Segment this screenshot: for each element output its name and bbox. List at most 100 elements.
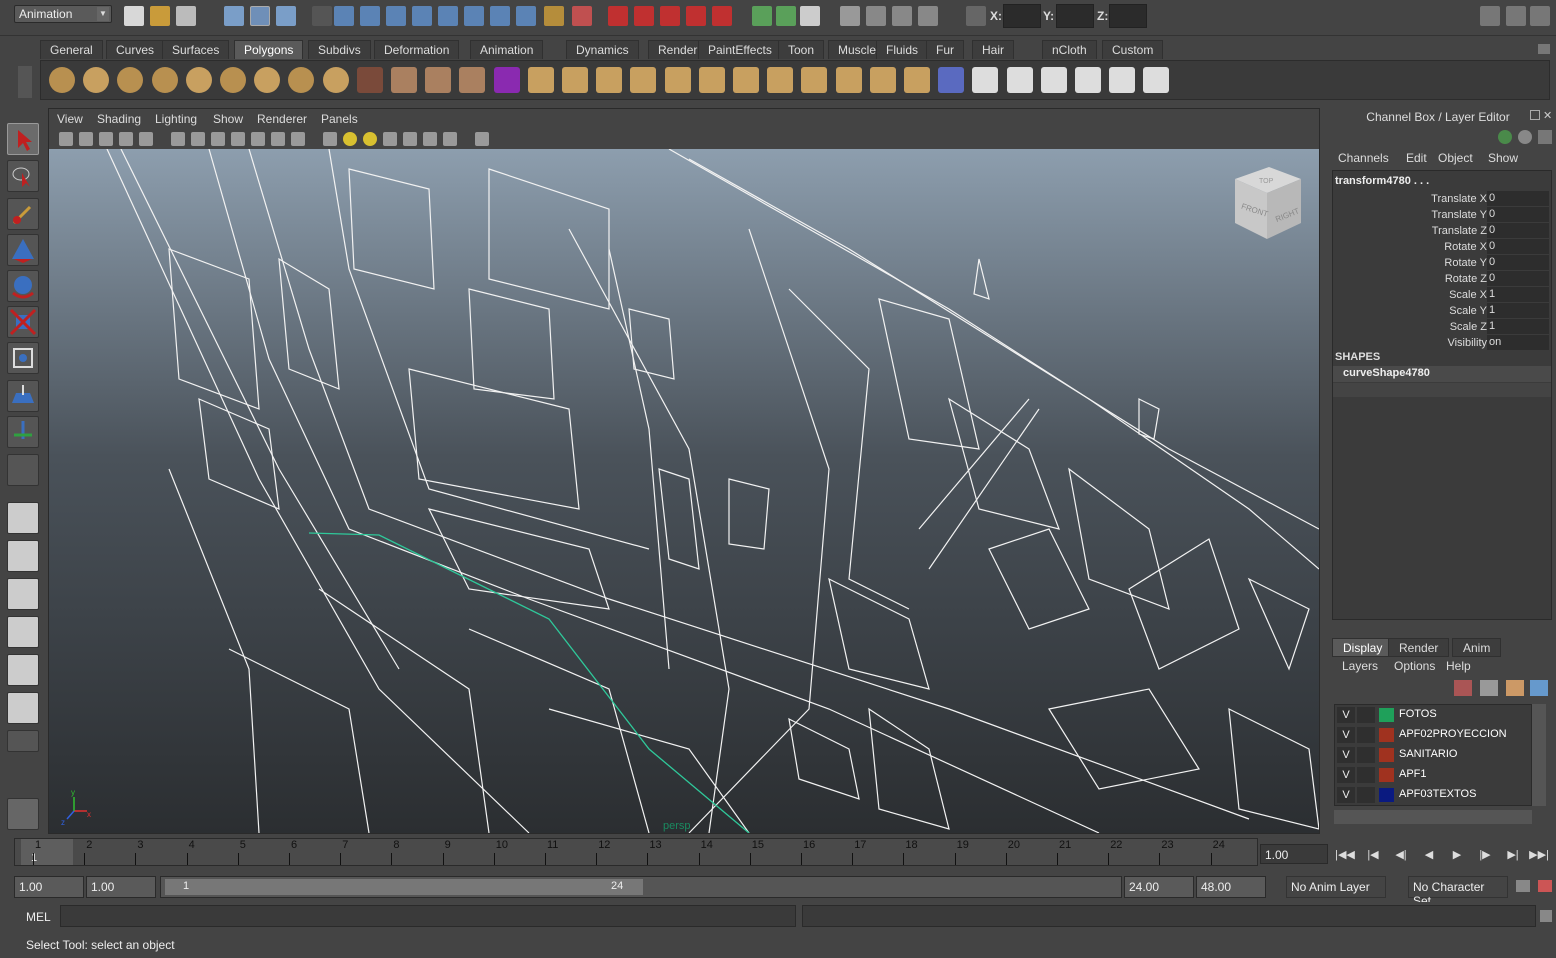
fill-hole-icon[interactable] bbox=[904, 67, 930, 93]
layer-playback-toggle[interactable] bbox=[1357, 747, 1375, 763]
save-scene-icon[interactable] bbox=[176, 6, 196, 26]
menu-object[interactable]: Object bbox=[1438, 151, 1473, 165]
attribute-toggle-icon[interactable] bbox=[1480, 6, 1500, 26]
command-input[interactable] bbox=[60, 905, 796, 927]
layer-visibility-toggle[interactable]: V bbox=[1337, 747, 1355, 763]
channel-value[interactable]: 1 bbox=[1487, 319, 1549, 334]
ambient-occlusion-icon[interactable] bbox=[383, 132, 397, 146]
layer-playback-toggle[interactable] bbox=[1357, 787, 1375, 803]
viewport-scene[interactable]: FRONT RIGHT TOP x y z persp bbox=[49, 148, 1320, 834]
lock-icon[interactable] bbox=[544, 6, 564, 26]
layer-playback-toggle[interactable] bbox=[1357, 767, 1375, 783]
selection-mask-icon[interactable] bbox=[312, 6, 332, 26]
shelf-tab-subdivs[interactable]: Subdivs bbox=[308, 40, 371, 59]
playback-end-field[interactable]: 24.00 bbox=[1124, 876, 1194, 898]
shelf-tab-polygons[interactable]: Polygons bbox=[234, 40, 304, 59]
channel-value[interactable]: 1 bbox=[1487, 287, 1549, 302]
soccer-ball-icon[interactable] bbox=[322, 67, 349, 93]
layout-menu-icon[interactable] bbox=[7, 730, 39, 752]
rename-icon[interactable] bbox=[776, 6, 796, 26]
four-view-layout-icon[interactable] bbox=[7, 540, 39, 572]
channel-box-toggle-icon[interactable] bbox=[1530, 6, 1550, 26]
shelf-menu-icon[interactable] bbox=[18, 66, 32, 98]
film-gate-icon[interactable] bbox=[171, 132, 185, 146]
shelf-tab-curves[interactable]: Curves bbox=[106, 40, 165, 59]
snap-to-vertex-icon[interactable] bbox=[464, 6, 484, 26]
layer-color-swatch[interactable] bbox=[1379, 788, 1394, 802]
channel-row[interactable]: Scale Z1 bbox=[1333, 319, 1551, 335]
single-perspective-layout-icon[interactable] bbox=[7, 502, 39, 534]
layer-color-swatch[interactable] bbox=[1379, 768, 1394, 782]
shelf-tab-custom[interactable]: Custom bbox=[1102, 40, 1164, 59]
history-icon[interactable] bbox=[572, 6, 592, 26]
shelf-tab-painteffects[interactable]: PaintEffects bbox=[698, 40, 782, 59]
manipulator-icon[interactable] bbox=[1498, 130, 1512, 144]
xray-joints-icon[interactable] bbox=[443, 132, 457, 146]
torus-icon[interactable] bbox=[220, 67, 246, 93]
command-language-label[interactable]: MEL bbox=[26, 910, 51, 924]
shade-wireframe-icon[interactable] bbox=[291, 132, 305, 146]
viewport-menu-view[interactable]: View bbox=[57, 112, 83, 126]
render-settings-icon[interactable] bbox=[712, 6, 732, 26]
viewport-menu-lighting[interactable]: Lighting bbox=[155, 112, 197, 126]
select-tool-icon[interactable] bbox=[7, 123, 39, 155]
go-to-start-icon[interactable]: |◀◀ bbox=[1334, 846, 1356, 864]
step-forward-frame-icon[interactable]: |▶ bbox=[1474, 846, 1496, 864]
menu-edit[interactable]: Edit bbox=[1406, 151, 1427, 165]
layer-tab-display[interactable]: Display bbox=[1332, 638, 1394, 657]
layer-playback-toggle[interactable] bbox=[1357, 727, 1375, 743]
menu-help[interactable]: Help bbox=[1446, 659, 1471, 673]
attribute-editor-icon[interactable] bbox=[800, 6, 820, 26]
current-time-field[interactable]: 1.00 bbox=[1260, 844, 1328, 864]
menu-show[interactable]: Show bbox=[1488, 151, 1518, 165]
safe-action-icon[interactable] bbox=[211, 132, 225, 146]
channel-value[interactable]: 0 bbox=[1487, 191, 1549, 206]
pipe-icon[interactable] bbox=[288, 67, 315, 93]
menu-layers[interactable]: Layers bbox=[1342, 659, 1378, 673]
cone-icon[interactable] bbox=[151, 67, 178, 93]
show-manipulator-icon[interactable] bbox=[7, 416, 39, 448]
channel-row[interactable]: Translate X0 bbox=[1333, 191, 1551, 207]
select-by-object-icon[interactable] bbox=[250, 6, 270, 26]
sync-icon[interactable] bbox=[1538, 130, 1552, 144]
split-icon[interactable] bbox=[698, 67, 725, 93]
last-tool-icon[interactable] bbox=[7, 454, 39, 486]
channel-row[interactable]: Translate Z0 bbox=[1333, 223, 1551, 239]
bookmark-icon[interactable] bbox=[99, 132, 113, 146]
shelf-tab-ncloth[interactable]: nCloth bbox=[1042, 40, 1097, 59]
layer-row[interactable]: V FOTOS bbox=[1335, 705, 1533, 725]
shelf-options-icon[interactable] bbox=[1538, 44, 1550, 54]
tool-settings-toggle-icon[interactable] bbox=[1506, 6, 1526, 26]
help-icon[interactable] bbox=[516, 6, 536, 26]
range-slider[interactable]: 1 24 bbox=[160, 876, 1122, 898]
bevel-icon[interactable] bbox=[801, 67, 828, 93]
bridge-icon[interactable] bbox=[630, 67, 657, 93]
play-forwards-icon[interactable]: ▶ bbox=[1446, 846, 1468, 864]
dope-sheet-layout-icon[interactable] bbox=[7, 692, 39, 724]
layer-visibility-toggle[interactable]: V bbox=[1337, 707, 1355, 723]
step-back-frame-icon[interactable]: ◀| bbox=[1390, 846, 1412, 864]
x-field[interactable] bbox=[1003, 4, 1041, 28]
smooth-icon[interactable] bbox=[459, 67, 486, 93]
snap-to-point-icon[interactable] bbox=[386, 6, 406, 26]
paint-select-tool-icon[interactable] bbox=[7, 198, 39, 230]
menu-options[interactable]: Options bbox=[1394, 659, 1435, 673]
snap-to-curve-icon[interactable] bbox=[360, 6, 380, 26]
outliner-persp-layout-icon[interactable] bbox=[7, 578, 39, 610]
input-field-icon[interactable] bbox=[752, 6, 772, 26]
move-layer-up-icon[interactable] bbox=[1506, 680, 1524, 696]
textured-icon[interactable] bbox=[323, 132, 337, 146]
shape-name[interactable]: curveShape4780 bbox=[1343, 367, 1430, 379]
append-icon[interactable] bbox=[664, 67, 691, 93]
grid-icon[interactable] bbox=[139, 132, 153, 146]
modeling-toolkit-icon[interactable] bbox=[918, 6, 938, 26]
channel-row[interactable]: Rotate X0 bbox=[1333, 239, 1551, 255]
channel-value[interactable]: 0 bbox=[1487, 255, 1549, 270]
field-chart-icon[interactable] bbox=[231, 132, 245, 146]
xray-icon[interactable] bbox=[423, 132, 437, 146]
float-panel-icon[interactable] bbox=[1530, 110, 1540, 120]
snap-to-surface-icon[interactable] bbox=[438, 6, 458, 26]
spherical-uv-icon[interactable] bbox=[1075, 67, 1101, 93]
layer-color-swatch[interactable] bbox=[1379, 728, 1394, 742]
construction-history-icon[interactable] bbox=[608, 6, 628, 26]
